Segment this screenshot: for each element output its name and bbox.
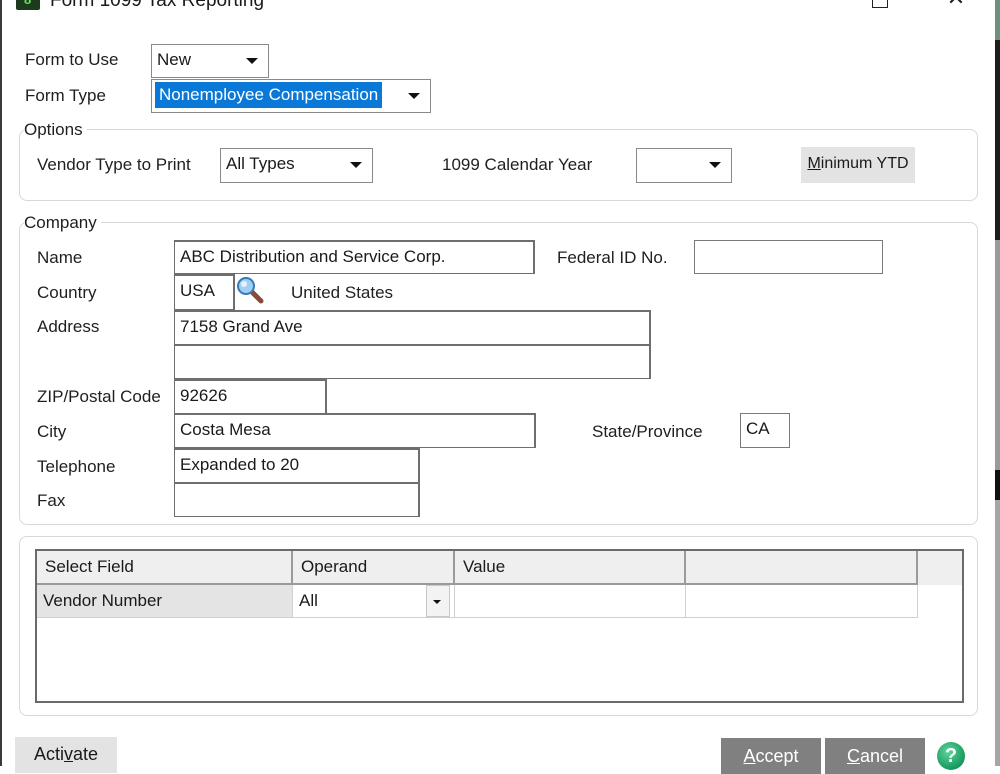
zip-label: ZIP/Postal Code xyxy=(37,387,161,406)
city-label: City xyxy=(37,422,67,441)
maximize-button[interactable] xyxy=(872,0,888,8)
grid-cell-extra[interactable] xyxy=(686,585,918,618)
zip-input[interactable]: 92626 xyxy=(174,379,327,414)
grid-cell-value[interactable] xyxy=(455,585,686,618)
grid-header-operand[interactable]: Operand xyxy=(293,551,455,585)
options-group-title: Options xyxy=(24,120,87,140)
name-label: Name xyxy=(37,248,83,267)
activate-button[interactable]: Activate xyxy=(15,737,117,773)
operand-value: All xyxy=(299,591,318,610)
activate-label-pre: Acti xyxy=(33,744,64,764)
window-left-border xyxy=(0,0,2,766)
accept-accesskey: A xyxy=(743,746,756,766)
telephone-input[interactable]: Expanded to 20 xyxy=(174,448,420,483)
activate-label-post: ate xyxy=(72,744,99,764)
accept-button[interactable]: Accept xyxy=(721,738,821,774)
fax-label: Fax xyxy=(37,491,66,510)
form-to-use-value: New xyxy=(157,50,192,69)
minimum-ytd-accesskey: M xyxy=(807,155,821,172)
chevron-down-icon xyxy=(709,162,721,168)
app-icon: 8 xyxy=(16,0,40,10)
form-type-label: Form Type xyxy=(25,86,106,105)
form-type-value: Nonemployee Compensation xyxy=(155,82,383,108)
vendor-type-select[interactable]: All Types xyxy=(220,148,373,183)
country-name: United States xyxy=(291,283,394,302)
window-title: Form 1099 Tax Reporting xyxy=(50,0,265,11)
state-input[interactable]: CA xyxy=(740,413,790,448)
telephone-label: Telephone xyxy=(37,457,116,476)
federal-id-label: Federal ID No. xyxy=(557,248,668,267)
background-window-edge xyxy=(995,0,1000,766)
city-input[interactable]: Costa Mesa xyxy=(174,413,536,448)
grid-header-value[interactable]: Value xyxy=(455,551,686,585)
country-label: Country xyxy=(37,283,97,302)
form-to-use-label: Form to Use xyxy=(25,50,119,69)
grid-cell-operand[interactable]: All xyxy=(293,585,455,618)
form-type-select[interactable]: Nonemployee Compensation xyxy=(151,79,431,113)
grid-cell-vendor-number[interactable]: Vendor Number xyxy=(37,585,293,618)
grid-header-select-field[interactable]: Select Field xyxy=(37,551,293,585)
chevron-down-icon xyxy=(433,600,441,604)
grid-header-extra[interactable] xyxy=(686,551,918,585)
address-label: Address xyxy=(37,317,100,336)
minimum-ytd-label: inimum YTD xyxy=(820,155,909,172)
accept-label: ccept xyxy=(755,746,799,766)
activate-accesskey: v xyxy=(63,744,73,764)
country-code-input[interactable]: USA xyxy=(174,274,235,310)
calendar-year-select[interactable] xyxy=(636,148,732,183)
company-name-input[interactable]: ABC Distribution and Service Corp. xyxy=(174,240,535,274)
cancel-label: ancel xyxy=(859,746,904,766)
address-line2-input[interactable] xyxy=(174,344,651,379)
selection-grid: Select Field Operand Value Vendor Number… xyxy=(35,549,964,703)
cancel-accesskey: C xyxy=(846,746,860,766)
federal-id-input[interactable] xyxy=(694,240,883,274)
chevron-down-icon xyxy=(350,162,362,168)
chevron-down-icon xyxy=(408,93,420,99)
cancel-button[interactable]: Cancel xyxy=(825,738,925,774)
fax-input[interactable] xyxy=(174,482,420,517)
operand-dropdown-button[interactable] xyxy=(426,585,450,617)
company-group-title: Company xyxy=(24,213,101,233)
search-icon[interactable] xyxy=(236,276,266,306)
chevron-down-icon xyxy=(246,58,258,64)
calendar-year-label: 1099 Calendar Year xyxy=(442,155,593,174)
form-to-use-select[interactable]: New xyxy=(151,44,269,78)
vendor-type-value: All Types xyxy=(226,154,295,173)
close-button[interactable]: ✕ xyxy=(946,0,966,9)
state-label: State/Province xyxy=(592,422,703,441)
app-icon-glyph: 8 xyxy=(24,0,31,7)
minimum-ytd-button[interactable]: Minimum YTD xyxy=(801,147,915,183)
vendor-type-label: Vendor Type to Print xyxy=(37,155,191,174)
address-line1-input[interactable]: 7158 Grand Ave xyxy=(174,310,651,345)
